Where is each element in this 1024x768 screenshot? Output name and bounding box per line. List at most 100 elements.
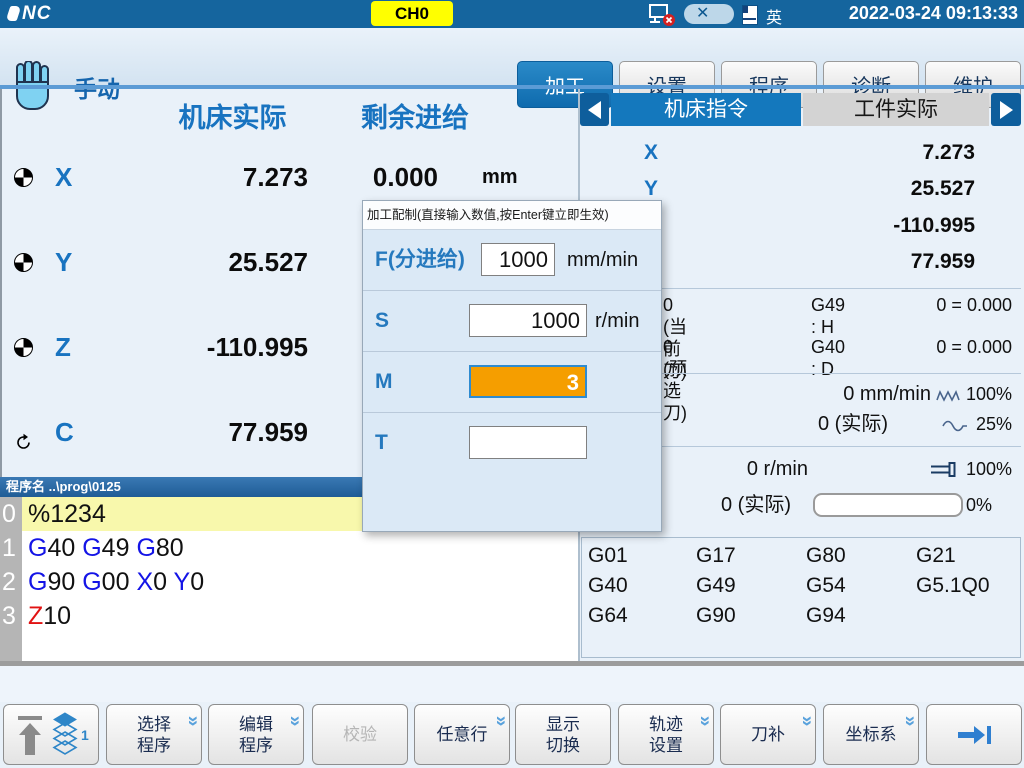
separator xyxy=(0,85,1024,89)
softkey-label: 任意行 xyxy=(437,724,488,745)
disconnect-status-icon: ✕ xyxy=(684,4,734,24)
gcode-G40: G40 xyxy=(588,573,692,599)
axis-machine-value: 7.273 xyxy=(90,152,308,202)
softkey-3[interactable]: 编辑程序» xyxy=(208,704,304,765)
coord-axis-value: -110.995 xyxy=(690,212,975,240)
coord-axis-value: 77.959 xyxy=(690,248,975,276)
program-code: Z10 xyxy=(22,599,578,633)
axis-machine-value: 77.959 xyxy=(90,407,308,457)
tool-text: 0 (预选刀) xyxy=(663,336,687,424)
softkey-label: 编辑 xyxy=(239,714,273,735)
axis-label: Y xyxy=(55,237,72,287)
chevron-down-icon: » xyxy=(800,716,814,727)
axis-label: X xyxy=(55,152,72,202)
chevron-down-icon: » xyxy=(186,716,200,727)
softkey-5[interactable]: 任意行 » xyxy=(414,704,510,765)
feed-override-percent: 100% xyxy=(958,381,1012,407)
softkey-label: 显示 xyxy=(546,714,580,735)
dialog-input-F[interactable]: 1000 xyxy=(481,243,555,276)
dialog-field-label: T xyxy=(375,413,388,473)
tool-offset-value: 0 = 0.000 xyxy=(895,336,1012,358)
hnc-logo: NC xyxy=(8,3,51,25)
softkey-10[interactable] xyxy=(926,704,1022,765)
rotary-icon xyxy=(14,423,33,473)
gcode-G94: G94 xyxy=(806,603,910,629)
position-icon xyxy=(14,253,33,272)
gcode-G5.1Q0: G5.1Q0 xyxy=(916,573,1020,599)
language-indicator[interactable]: 英 xyxy=(766,4,782,28)
softkey-1[interactable]: 1 xyxy=(3,704,99,765)
line-number: 2 xyxy=(0,565,22,599)
softkey-6[interactable]: 显示切换 xyxy=(515,704,611,765)
softkey-label: 设置 xyxy=(649,735,683,756)
softkey-label: 校验 xyxy=(343,724,377,745)
position-icon xyxy=(14,168,33,187)
feed-override-icon xyxy=(936,386,960,412)
coord-tab-2[interactable]: 工件实际 xyxy=(803,93,989,126)
dialog-field-label: S xyxy=(375,291,389,351)
spindle-override-percent: 0% xyxy=(966,492,992,518)
gcode-G01: G01 xyxy=(588,543,692,569)
gcode-G49: G49 xyxy=(696,573,800,599)
arrow-right-icon xyxy=(1000,101,1013,119)
axis-remaining-value: 0.000 xyxy=(330,152,438,202)
softkey-label: 程序 xyxy=(137,735,171,756)
axis-label: C xyxy=(55,407,74,457)
softkey-2[interactable]: 选择程序 » xyxy=(106,704,202,765)
dialog-input-S[interactable]: 1000 xyxy=(469,304,587,337)
program-line[interactable]: 3Z10 xyxy=(0,599,578,633)
gcode-G90: G90 xyxy=(696,603,800,629)
softkey-7[interactable]: 轨迹设置 » xyxy=(618,704,714,765)
gcode-G54: G54 xyxy=(806,573,910,599)
softkey-label: 刀补 xyxy=(751,724,785,745)
spindle-load-bar xyxy=(813,493,963,517)
softkey-label: 轨迹 xyxy=(649,714,683,735)
gcode-G80: G80 xyxy=(806,543,910,569)
dialog-row: F(分进给)1000mm/min xyxy=(363,230,661,291)
softkey-label: 程序 xyxy=(239,735,273,756)
coord-tab-next-button[interactable] xyxy=(991,93,1021,126)
feed-value: 0 mm/min xyxy=(690,381,931,407)
svg-text:1: 1 xyxy=(81,727,89,743)
feed-override-percent: 25% xyxy=(958,411,1012,437)
gcode-G17: G17 xyxy=(696,543,800,569)
cnc-screen: NC CH0 ✕ 英 2022-03-24 09:13:33 xyxy=(0,0,1024,768)
line-number: 0 xyxy=(0,497,22,531)
dialog-rows: F(分进给)1000mm/minS1000r/minM3T xyxy=(363,230,661,473)
dialog-input-T[interactable] xyxy=(469,426,587,459)
softkey-9[interactable]: 坐标系 » xyxy=(823,704,919,765)
top-status-bar: NC CH0 ✕ 英 2022-03-24 09:13:33 xyxy=(0,0,1024,28)
spindle-override-icon xyxy=(929,461,959,487)
dialog-unit: r/min xyxy=(595,291,639,351)
program-line[interactable]: 1G40 G49 G80 xyxy=(0,531,578,565)
spindle-override-percent: 100% xyxy=(958,456,1012,482)
spindle-value: 0 (实际) xyxy=(690,492,791,518)
softkey-4[interactable]: 校验 xyxy=(312,704,408,765)
gcode-G64: G64 xyxy=(588,603,692,629)
feed-value: 0 (实际) xyxy=(690,411,888,437)
coord-tab-prev-button[interactable] xyxy=(580,93,609,126)
softkey-label: 坐标系 xyxy=(846,724,897,745)
chevron-down-icon: » xyxy=(698,716,712,727)
channel-badge[interactable]: CH0 xyxy=(371,1,453,26)
dialog-input-M[interactable]: 3 xyxy=(469,365,587,398)
unit-label: mm xyxy=(482,152,518,202)
return-layers-icon: 1 xyxy=(9,710,93,760)
chevron-down-icon: » xyxy=(903,716,917,727)
gcode-G21: G21 xyxy=(916,543,1020,569)
col-header-machine-actual: 机床实际 xyxy=(150,96,315,135)
softkey-label: 选择 xyxy=(137,714,171,735)
dialog-title: 加工配制(直接输入数值,按Enter键立即生效) xyxy=(363,201,661,230)
col-header-remaining-feed: 剩余进给 xyxy=(340,96,490,135)
dialog-row: S 1000r/min xyxy=(363,291,661,352)
channel-status-row: $1 xyxy=(0,666,1024,702)
softkey-8[interactable]: 刀补 » xyxy=(720,704,816,765)
program-code: G40 G49 G80 xyxy=(22,531,578,565)
program-code: G90 G00 X0 Y0 xyxy=(22,565,578,599)
coord-tab-1[interactable]: 机床指令 xyxy=(611,93,801,126)
dialog-field-label: F(分进给) xyxy=(375,230,465,290)
axis-machine-value: 25.527 xyxy=(90,237,308,287)
program-line[interactable]: 2G90 G00 X0 Y0 xyxy=(0,565,578,599)
chevron-down-icon: » xyxy=(494,716,508,727)
axis-label: Z xyxy=(55,322,71,372)
